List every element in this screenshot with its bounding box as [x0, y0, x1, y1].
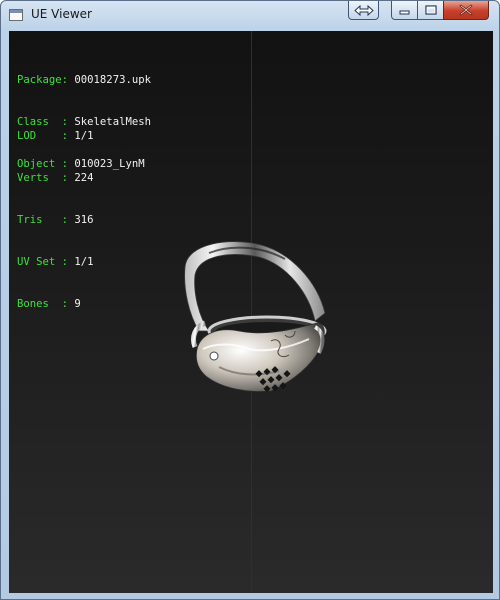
3d-viewport[interactable]: Package: 00018273.upk Class : SkeletalMe… — [9, 31, 493, 593]
swap-button[interactable] — [348, 1, 379, 20]
minimize-button[interactable] — [391, 1, 418, 20]
double-arrow-icon — [353, 4, 374, 16]
ring-mesh-render[interactable] — [9, 31, 493, 593]
app-window: UE Viewer Package: 00018273.upk Class: … — [0, 0, 500, 600]
maximize-icon — [424, 5, 437, 15]
close-icon — [459, 4, 473, 16]
maximize-button[interactable] — [417, 1, 444, 20]
window-title: UE Viewer — [31, 7, 92, 21]
close-button[interactable] — [443, 1, 489, 20]
app-window-icon — [9, 9, 23, 21]
title-bar[interactable]: UE Viewer — [1, 1, 499, 30]
minimize-icon — [399, 10, 410, 14]
